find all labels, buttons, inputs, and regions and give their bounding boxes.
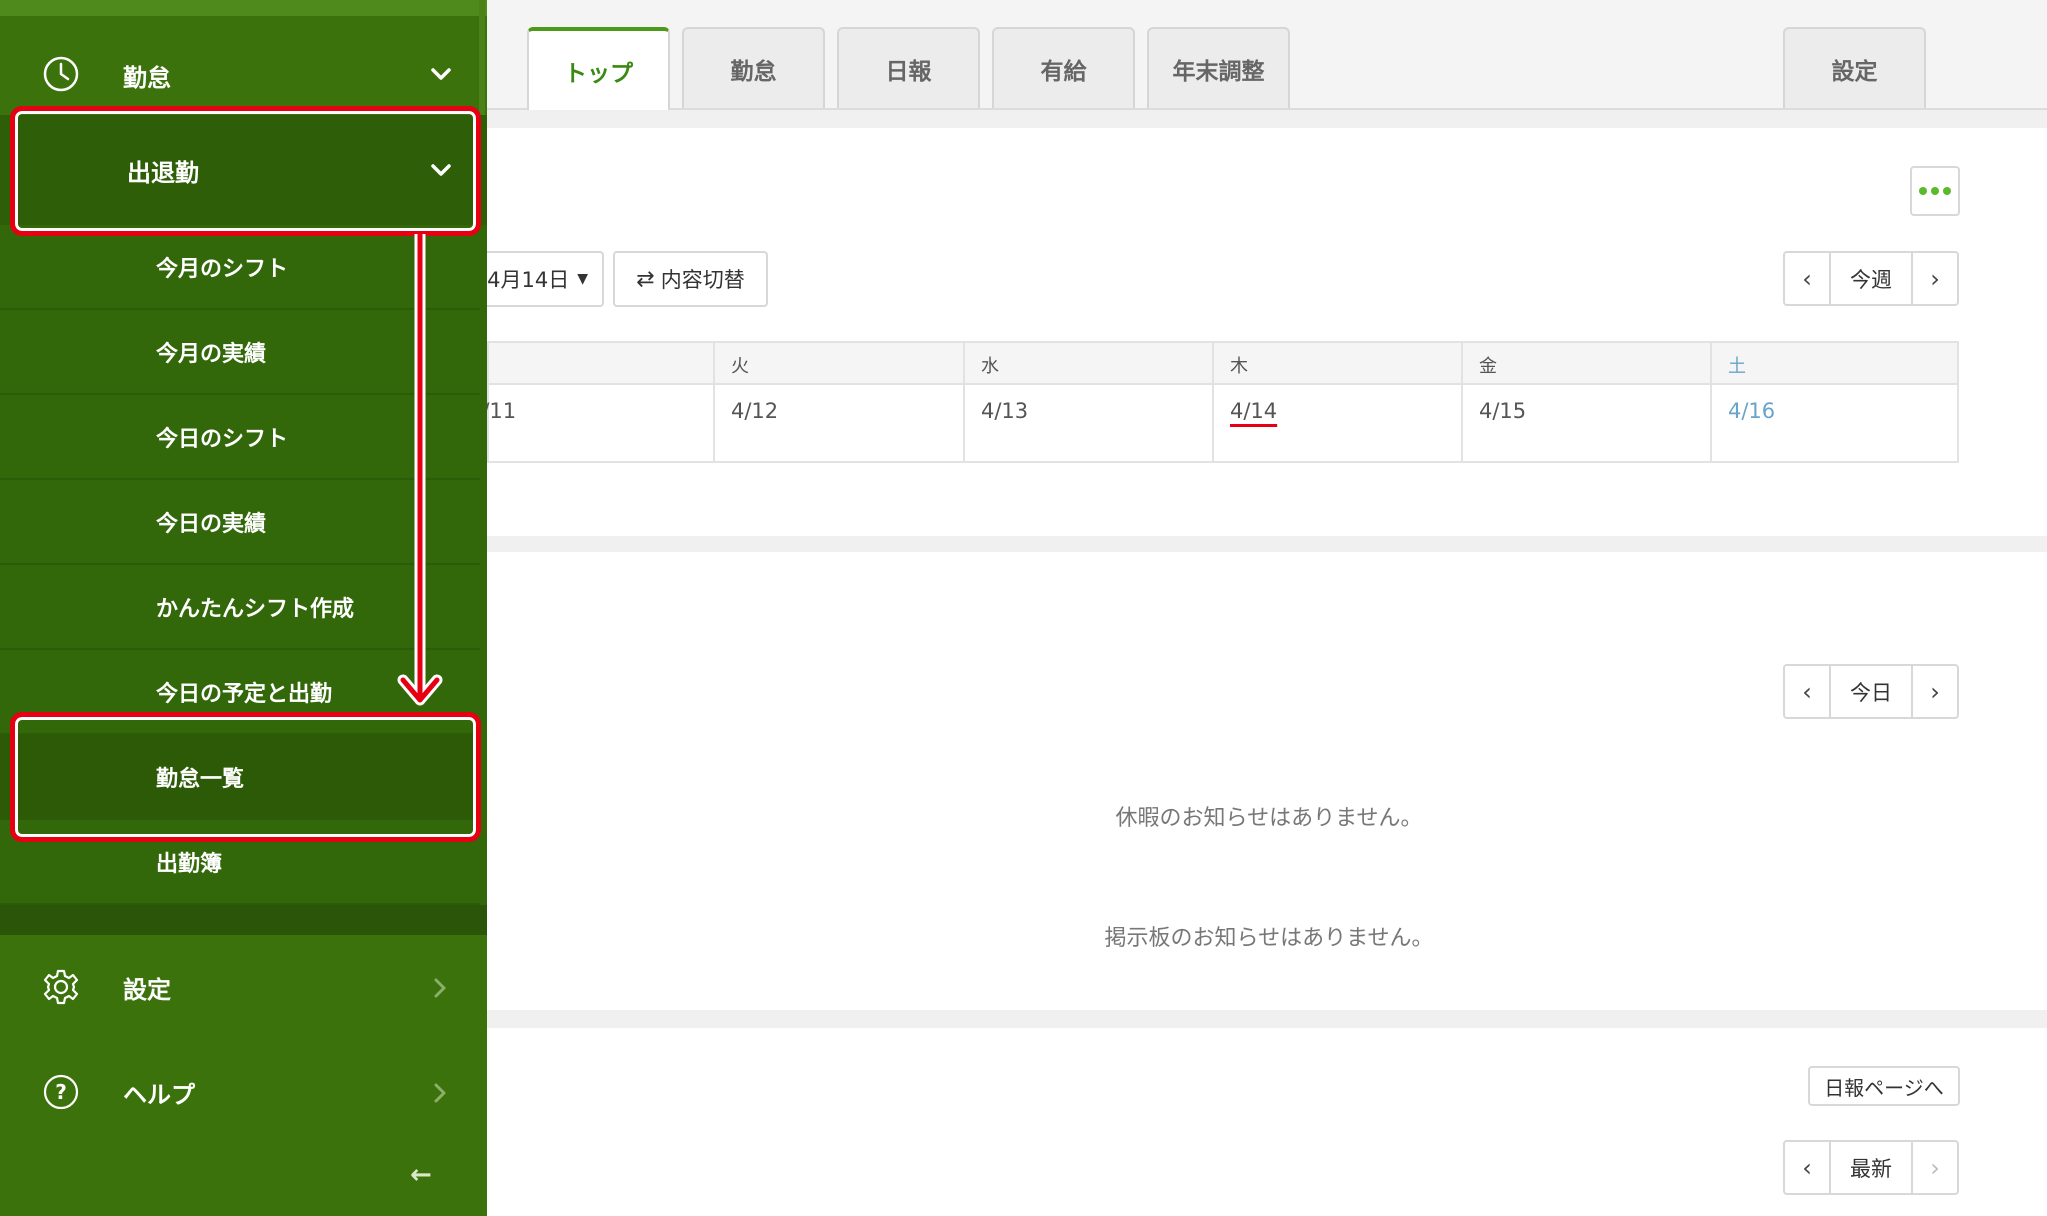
main-content: トップ 勤怠 日報 有給 年末調整 設定 4月14日 ▼ ⇄ 内容切替 ‹ 今週…	[469, 0, 2047, 1216]
day-date: 4/16	[1728, 399, 1776, 423]
more-icon	[1919, 187, 1951, 195]
clock-icon	[43, 56, 79, 92]
day-date: 4/13	[981, 399, 1029, 423]
help-icon: ?	[43, 1074, 79, 1110]
day-nav: ‹ 今日 ›	[1783, 664, 1959, 719]
weekday-label: 木	[1230, 356, 1248, 377]
switch-content-button[interactable]: ⇄ 内容切替	[613, 251, 768, 307]
date-select[interactable]: 4月14日 ▼	[477, 251, 604, 307]
latest-nav: ‹ 最新 ›	[1783, 1140, 1959, 1195]
sidebar-divider	[0, 905, 487, 935]
sidebar-settings[interactable]: 設定	[0, 935, 487, 1040]
swap-icon: ⇄	[636, 266, 655, 292]
collapse-sidebar-icon[interactable]: ←	[410, 1160, 432, 1190]
weekday-label: 火	[731, 356, 749, 377]
chevron-right-icon	[434, 1083, 446, 1103]
date-select-label: 4月14日	[487, 268, 570, 292]
day-cell-mon[interactable]: 月 4/11	[469, 343, 720, 461]
tab-daily-report[interactable]: 日報	[837, 27, 980, 108]
next-week-button[interactable]: ›	[1913, 253, 1957, 304]
today-date: 4/14	[1230, 399, 1278, 423]
daily-report-page-link[interactable]: 日報ページへ	[1808, 1066, 1960, 1106]
week-panel: 4月14日 ▼ ⇄ 内容切替 ‹ 今週 › 月 4/11 火 4/12 水 4/…	[469, 128, 2047, 536]
notice-panel: ‹ 今日 › 休暇のお知らせはありません。 掲示板のお知らせはありません。	[487, 552, 2047, 1010]
weekday-label: 土	[1728, 356, 1746, 377]
sidebar-attendance-label: 勤怠	[123, 63, 171, 92]
tab-bar: トップ 勤怠 日報 有給 年末調整 設定	[487, 0, 2047, 110]
annotation-arrow	[397, 234, 443, 706]
prev-week-button[interactable]: ‹	[1785, 253, 1829, 304]
caret-down-icon: ▼	[577, 271, 588, 287]
prev-day-button[interactable]: ‹	[1785, 666, 1829, 717]
sidebar-help-label: ヘルプ	[123, 1081, 195, 1109]
weekday-label: 水	[981, 356, 999, 377]
next-report-button[interactable]: ›	[1913, 1142, 1957, 1193]
sidebar-help[interactable]: ? ヘルプ	[0, 1040, 487, 1145]
today-button[interactable]: 今日	[1829, 666, 1913, 717]
sidebar-settings-label: 設定	[123, 976, 171, 1004]
week-calendar: 月 4/11 火 4/12 水 4/13 木 4/14 金 4/15 土 4/1…	[469, 341, 1959, 463]
tab-top[interactable]: トップ	[527, 27, 670, 110]
week-nav: ‹ 今週 ›	[1783, 251, 1959, 306]
switch-content-label: 内容切替	[660, 268, 745, 292]
tab-settings[interactable]: 設定	[1783, 27, 1926, 108]
day-cell-fri[interactable]: 金 4/15	[1461, 343, 1710, 461]
latest-button[interactable]: 最新	[1829, 1142, 1913, 1193]
day-cell-wed[interactable]: 水 4/13	[963, 343, 1212, 461]
daily-report-panel: 日報ページへ ‹ 最新 ›	[487, 1028, 2047, 1216]
day-cell-thu[interactable]: 木 4/14	[1212, 343, 1461, 461]
highlight-attendance-list	[10, 712, 481, 842]
sidebar-top-edge	[0, 0, 487, 16]
gear-icon	[43, 969, 79, 1005]
day-date: 4/15	[1479, 399, 1527, 423]
weekday-label: 金	[1479, 356, 1497, 377]
tab-year-end[interactable]: 年末調整	[1147, 27, 1290, 108]
day-cell-sat[interactable]: 土 4/16	[1710, 343, 1959, 461]
tab-attendance[interactable]: 勤怠	[682, 27, 825, 108]
chevron-right-icon	[434, 978, 446, 998]
prev-report-button[interactable]: ‹	[1785, 1142, 1829, 1193]
this-week-button[interactable]: 今週	[1829, 253, 1913, 304]
sidebar-attendance-section[interactable]: 勤怠	[0, 35, 487, 115]
more-button[interactable]	[1910, 166, 1960, 216]
day-cell-tue[interactable]: 火 4/12	[713, 343, 963, 461]
day-date: 4/12	[731, 399, 779, 423]
svg-text:?: ?	[55, 1080, 67, 1104]
tab-paid-leave[interactable]: 有給	[992, 27, 1135, 108]
next-day-button[interactable]: ›	[1913, 666, 1957, 717]
highlight-clock-section	[10, 106, 481, 236]
chevron-down-icon	[431, 68, 451, 80]
